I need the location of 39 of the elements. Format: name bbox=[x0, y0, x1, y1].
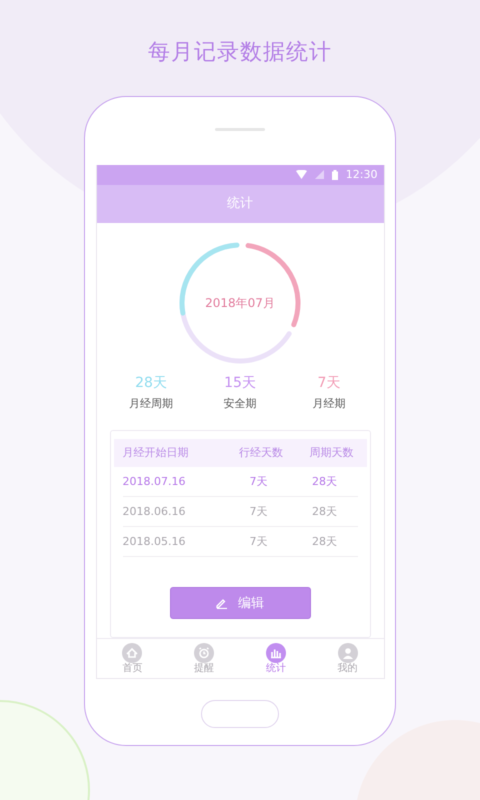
table-cell-text: 28天 bbox=[311, 504, 338, 520]
table-cell-text: 2018.06.16 bbox=[122, 504, 186, 520]
app-bar-title: 统计 bbox=[227, 195, 253, 214]
summary-value: 28天 bbox=[135, 374, 167, 393]
tab[interactable]: 首页 bbox=[102, 643, 162, 674]
home-icon bbox=[122, 643, 142, 664]
column-header: 月经开始日期 bbox=[122, 445, 190, 462]
ring-center-label: 2018年07月 bbox=[205, 294, 275, 312]
table-cell-text: 2018.07.16 bbox=[122, 474, 186, 490]
wifi-icon bbox=[296, 170, 307, 180]
alarm-icon bbox=[194, 643, 214, 664]
tab[interactable]: 我的 bbox=[318, 643, 378, 674]
column-header: 行经天数 bbox=[238, 445, 284, 462]
summary-value: 7天 bbox=[318, 374, 340, 393]
tab[interactable]: 统计 bbox=[246, 643, 306, 674]
pencil-icon bbox=[216, 597, 228, 610]
signal-icon bbox=[314, 170, 324, 180]
profile-icon bbox=[338, 643, 358, 664]
table-cell-text: 7天 bbox=[248, 534, 268, 550]
edit-button[interactable]: 编辑 bbox=[170, 587, 310, 620]
summary-value: 15天 bbox=[224, 374, 256, 393]
summary-label: 月经周期 bbox=[129, 396, 173, 412]
table-cell-text: 7天 bbox=[248, 504, 268, 520]
table-cell-text: 28天 bbox=[311, 534, 338, 550]
tab[interactable]: 提醒 bbox=[174, 643, 234, 674]
summary-label: 安全期 bbox=[224, 396, 256, 412]
headline: 每月记录数据统计 bbox=[148, 39, 332, 67]
table-cell-text: 28天 bbox=[311, 474, 338, 490]
summary-label: 月经期 bbox=[312, 396, 346, 412]
column-header: 周期天数 bbox=[308, 445, 354, 462]
home-button[interactable] bbox=[201, 700, 279, 728]
table-row[interactable]: 2018.06.16 7天 28天 bbox=[122, 497, 358, 528]
table-row[interactable]: 2018.07.16 7天 28天 bbox=[122, 467, 358, 498]
status-time: 12:30 bbox=[346, 166, 378, 183]
table-cell-text: 2018.05.16 bbox=[122, 534, 186, 550]
stats-icon bbox=[266, 643, 286, 664]
battery-icon bbox=[332, 170, 338, 180]
table-row[interactable]: 2018.05.16 7天 28天 bbox=[122, 527, 358, 558]
table-cell-text: 7天 bbox=[248, 474, 268, 490]
